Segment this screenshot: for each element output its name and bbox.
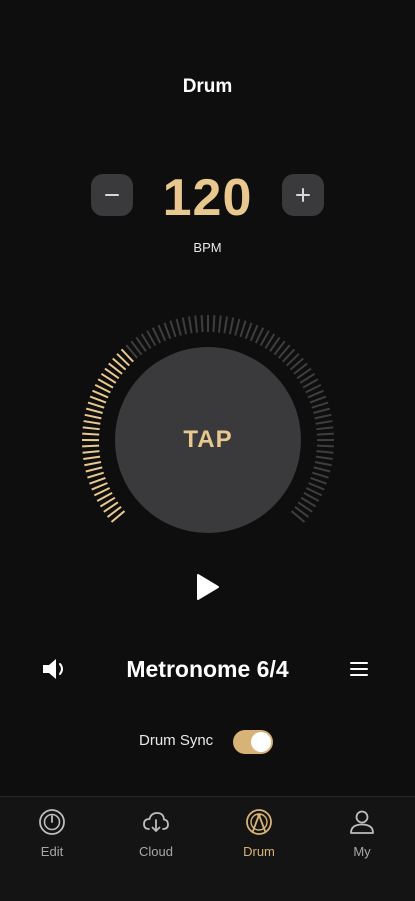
dial-tick-active [85, 415, 102, 419]
dial-tick-active [82, 446, 99, 447]
minus-icon [103, 186, 121, 204]
drum-sync-label: Drum Sync [139, 732, 213, 749]
dial-tick-active [88, 403, 104, 408]
dial-tick [164, 323, 170, 339]
dial-tick-active [82, 434, 99, 435]
dial-tick [308, 391, 324, 398]
dial-tick [251, 325, 258, 341]
increase-bpm-button[interactable] [282, 174, 324, 216]
dial-tick [314, 467, 331, 471]
dial-tick [159, 325, 166, 341]
tap-button[interactable]: TAP [115, 347, 301, 533]
bpm-value: 120 [140, 170, 275, 226]
dial-tick [306, 488, 321, 495]
dial-tick [310, 397, 326, 403]
play-button[interactable] [190, 570, 224, 604]
dial-tick [235, 319, 239, 335]
metronome-bar: Metronome 6/4 [0, 648, 415, 690]
dial-tick-active [89, 478, 105, 484]
dial-tick [316, 421, 333, 424]
volume-icon [40, 656, 70, 682]
dial-tick [312, 473, 328, 478]
dial-tick [317, 446, 334, 447]
dial-tick [312, 403, 328, 408]
tab-drum[interactable]: Drum [219, 807, 299, 867]
dial-tick-active [92, 483, 108, 490]
dial-tick [246, 323, 252, 339]
drum-icon [244, 807, 274, 837]
dial-tick-active [84, 462, 101, 465]
dial-tick-active [87, 473, 103, 478]
dial-tick [219, 316, 221, 333]
metronome-title[interactable]: Metronome 6/4 [90, 648, 325, 690]
tab-cloud-label: Cloud [116, 844, 196, 859]
page-title: Drum [0, 76, 415, 98]
dial-tick [316, 457, 333, 459]
dial-tick [306, 385, 321, 393]
cloud-icon [141, 807, 171, 837]
dial-tick [256, 328, 263, 343]
dial-tick-active [83, 451, 100, 453]
decrease-bpm-button[interactable] [91, 174, 133, 216]
dial-tick-active [83, 427, 100, 429]
dial-tick-active [90, 397, 106, 403]
dial-tick [313, 409, 329, 413]
dial-tick [153, 328, 160, 343]
menu-icon [348, 658, 370, 680]
tab-my-label: My [322, 844, 402, 859]
tab-cloud[interactable]: Cloud [116, 807, 196, 867]
dial-tick [230, 318, 233, 335]
dial-tick-active [86, 467, 103, 471]
tab-my[interactable]: My [322, 807, 402, 867]
dial-tick-active [95, 385, 110, 393]
dial-tick [195, 316, 197, 333]
dial-tick [189, 316, 192, 333]
dial-tick [311, 478, 327, 484]
drum-sync-row: Drum Sync [0, 729, 415, 755]
dial-tick [177, 319, 181, 335]
dial-tick [316, 427, 333, 429]
tab-edit[interactable]: Edit [12, 807, 92, 867]
dial-tick [317, 434, 334, 435]
bpm-unit-label: BPM [0, 240, 415, 255]
dial-tick-active [83, 457, 100, 459]
dial-tick [202, 315, 203, 332]
dial-tick-active [86, 409, 102, 413]
bottom-tab-bar: Edit Cloud Drum My [0, 796, 415, 901]
user-icon [347, 807, 377, 837]
dial-tick [317, 451, 334, 453]
tab-edit-label: Edit [12, 844, 92, 859]
toggle-knob [251, 732, 271, 752]
dial-tick [240, 321, 245, 337]
dial-tick [309, 483, 325, 490]
tab-drum-label: Drum [219, 844, 299, 859]
drum-sync-toggle[interactable] [233, 730, 273, 754]
edit-knob-icon [37, 807, 67, 837]
tempo-control: 120 [0, 170, 415, 226]
menu-button[interactable] [348, 658, 370, 680]
dial-tick [315, 415, 332, 419]
dial-tick [224, 316, 227, 333]
play-icon [193, 572, 221, 602]
dial-tick-active [94, 488, 109, 495]
dial-tick-active [93, 391, 109, 398]
dial-tick [213, 315, 214, 332]
dial-tick [170, 321, 175, 337]
dial-tick [183, 318, 186, 335]
dial-tick [315, 462, 332, 465]
volume-button[interactable] [40, 656, 70, 682]
dial-tick-active [84, 421, 101, 424]
plus-icon [294, 186, 312, 204]
